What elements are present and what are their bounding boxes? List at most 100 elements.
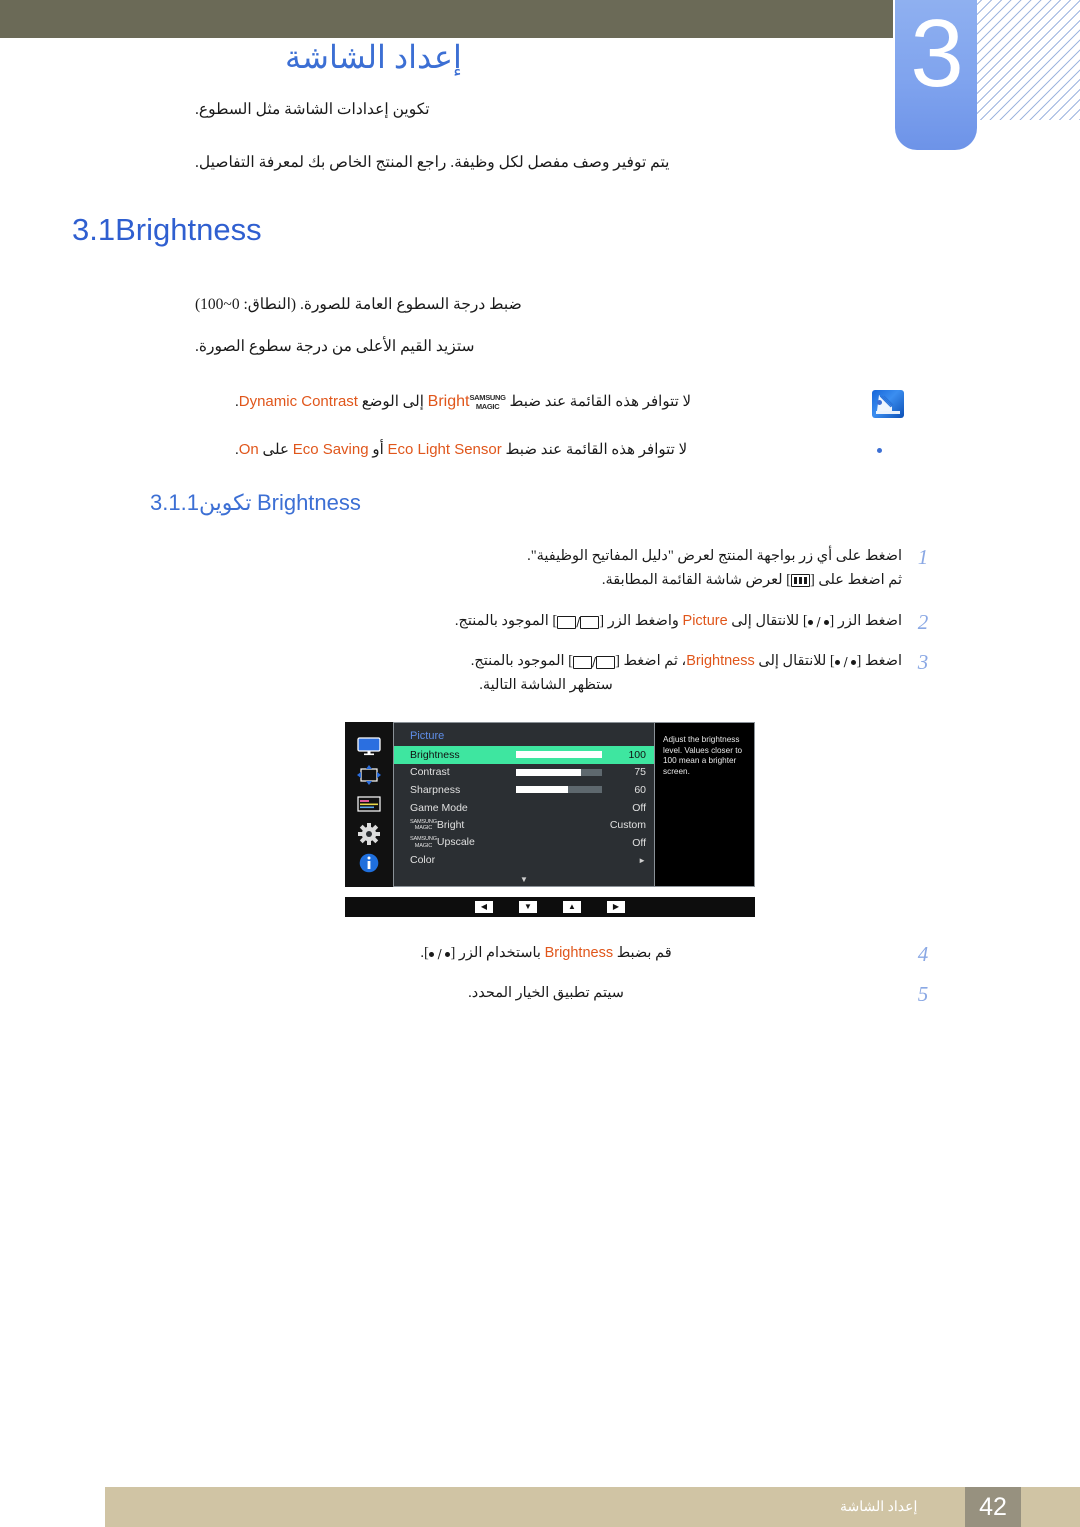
step-4-number: 4: [917, 942, 929, 966]
osd-row-contrast[interactable]: Contrast 75: [394, 764, 654, 782]
enter-back-key-icon: /: [573, 655, 616, 669]
step-3-number: 3: [917, 650, 929, 674]
step-3-target: Brightness: [686, 653, 755, 669]
osd-nav-bar: ◀ ▼ ▲ ▶: [345, 897, 755, 917]
osd-row-sharpness[interactable]: Sharpness 60: [394, 781, 654, 799]
step-5: 5 سيتم تطبيق الخيار المحدد.: [190, 982, 928, 1006]
header-stripes-decoration: [975, 0, 1080, 120]
footer-text: إعداد الشاشة: [840, 1499, 918, 1515]
step-2-post: ] الموجود بالمنتج.: [454, 613, 558, 629]
osd-row-label: Contrast: [410, 766, 450, 779]
info-icon[interactable]: [356, 852, 382, 874]
step-5-text: سيتم تطبيق الخيار المحدد.: [468, 985, 624, 1001]
step-1-line-2-post: ] لعرض شاشة القائمة المطابقة.: [601, 572, 791, 588]
osd-row-value: 60: [634, 783, 646, 796]
magic-bottom: MAGIC: [475, 401, 500, 411]
step-3-mid-2: ، ثم اضغط [: [615, 653, 687, 669]
bullet-dot-icon: [877, 448, 882, 453]
osd-row-value: Custom: [609, 819, 646, 832]
step-1: 1 اضغط على أي زر بواجهة المنتج لعرض "دلي…: [190, 545, 928, 589]
osd-row-label: SAMSUNG MAGIC Bright: [410, 819, 464, 832]
subsection-label-en: Brightness: [256, 490, 361, 515]
step-1-number: 1: [917, 545, 929, 569]
chapter-tab: 3: [895, 0, 977, 150]
step-1-line-2: ثم اضغط على [ ] لعرض شاشة القائمة المطابق…: [190, 572, 902, 589]
osd-slider-contrast[interactable]: [516, 768, 602, 776]
step-3-post: ] الموجود بالمنتج.: [470, 653, 574, 669]
samsung-magic-logo: SAMSUNG MAGIC: [469, 393, 506, 411]
osd-row-brightness[interactable]: Brightness 100: [394, 746, 654, 764]
subsection-label-ar: تكوين: [198, 490, 252, 515]
dot-key-icon: /: [807, 615, 830, 629]
osd-slider-brightness[interactable]: [516, 751, 602, 759]
chapter-number: 3: [910, 0, 963, 107]
note-bullet-1: لا تتوافر هذه القائمة عند ضبط SAMSUNG MA…: [235, 392, 882, 411]
step-2: 2 اضغط الزر [ / ] للانتقال إلى Picture و…: [190, 610, 928, 634]
step-3-mid-1: ] للانتقال إلى: [758, 653, 835, 669]
osd-row-label-text: Bright: [436, 818, 465, 831]
bullet-2-pre: لا تتوافر هذه القائمة عند ضبط: [505, 442, 688, 458]
subsection-heading: 3.1.1تكوين Brightness: [150, 490, 930, 516]
menu-key-icon: [790, 574, 810, 588]
header-olive-bar: [0, 0, 893, 38]
bullet-dot-icon: [877, 400, 882, 405]
bullet-1-mode: Dynamic Contrast: [238, 393, 358, 410]
osd-row-magic-upscale[interactable]: SAMSUNG MAGIC Upscale Off: [394, 834, 654, 852]
osd-main-panel: Picture Brightness 100 Contrast 75 Sharp…: [345, 722, 755, 887]
section-heading: 3.1Brightness: [72, 212, 1002, 248]
step-1-line-2-pre: ثم اضغط على [: [809, 572, 902, 588]
monitor-icon[interactable]: [356, 735, 382, 757]
osd-row-value: Off: [632, 801, 646, 814]
nav-down-button[interactable]: ▼: [519, 901, 537, 913]
step-3: 3 اضغط [ / ] للانتقال إلى Brightness، ثم…: [190, 650, 929, 694]
intro-paragraph-2: يتم توفير وصف مفصل لكل وظيفة. راجع المنت…: [195, 154, 670, 171]
nav-right-button[interactable]: ▶: [607, 901, 625, 913]
osd-slider-sharpness[interactable]: [516, 786, 602, 794]
samsung-magic-logo: SAMSUNG MAGIC: [410, 836, 437, 849]
step-3-pre: اضغط [: [856, 653, 902, 669]
dot-key-icon: /: [834, 655, 857, 669]
nav-left-button[interactable]: ◀: [475, 901, 493, 913]
osd-row-value: 100: [628, 748, 646, 761]
step-4-target: Brightness: [544, 945, 614, 961]
osd-row-label: Sharpness: [410, 783, 461, 796]
magic-top: SAMSUNG: [410, 818, 437, 825]
step-1-line-1: اضغط على أي زر بواجهة المنتج لعرض "دليل …: [527, 548, 902, 564]
step-2-number: 2: [917, 610, 929, 634]
osd-lines-icon[interactable]: [356, 793, 382, 815]
section-label: Brightness: [115, 212, 262, 247]
step-4-post: باستخدام الزر [: [450, 945, 541, 961]
osd-sidebar: [345, 722, 393, 887]
document-page: 3 إعداد الشاشة تكوين إعدادات الشاشة مثل …: [0, 0, 1080, 1527]
chapter-title: إعداد الشاشة: [285, 39, 462, 75]
section-number: 3.1: [72, 212, 116, 247]
magic-bottom: MAGIC: [414, 842, 433, 849]
step-2-mid-1: ] للانتقال إلى: [731, 613, 808, 629]
chevron-down-icon[interactable]: ▼: [520, 875, 528, 884]
position-arrows-icon[interactable]: [356, 764, 382, 786]
step-2-target: Picture: [682, 613, 728, 629]
osd-row-label: Brightness: [410, 748, 460, 761]
osd-row-color[interactable]: Color ►: [394, 852, 654, 870]
osd-row-label: Game Mode: [410, 801, 468, 814]
section-range-text: ضبط درجة السطوع العامة للصورة. (النطاق: …: [195, 296, 522, 313]
gear-icon[interactable]: [356, 822, 382, 845]
osd-row-magic-bright[interactable]: SAMSUNG MAGIC Bright Custom: [394, 816, 654, 834]
osd-description-panel: Adjust the brightness level. Values clos…: [655, 722, 755, 887]
osd-menu-screenshot: Picture Brightness 100 Contrast 75 Sharp…: [345, 722, 755, 917]
osd-row-value: Off: [632, 836, 646, 849]
osd-row-value: 75: [634, 766, 646, 779]
osd-row-label-text: Upscale: [436, 836, 475, 849]
samsung-magic-logo: SAMSUNG MAGIC: [410, 819, 437, 832]
bullet-2-mid: على: [262, 442, 289, 458]
section-higher-text: ستزيد القيم الأعلى من درجة سطوع الصورة.: [195, 338, 475, 355]
bullet-1-mid: إلى الوضع: [361, 394, 424, 410]
bullet-2-value: On: [238, 441, 259, 458]
subsection-number: 3.1.1: [150, 490, 199, 515]
bullet-2-option-2: Eco Saving: [292, 441, 369, 458]
dot-key-icon: /: [428, 947, 451, 961]
nav-up-button[interactable]: ▲: [563, 901, 581, 913]
step-3-line-2: ستظهر الشاشة التالية.: [479, 677, 613, 693]
osd-row-game-mode[interactable]: Game Mode Off: [394, 799, 654, 817]
step-5-number: 5: [917, 982, 929, 1006]
